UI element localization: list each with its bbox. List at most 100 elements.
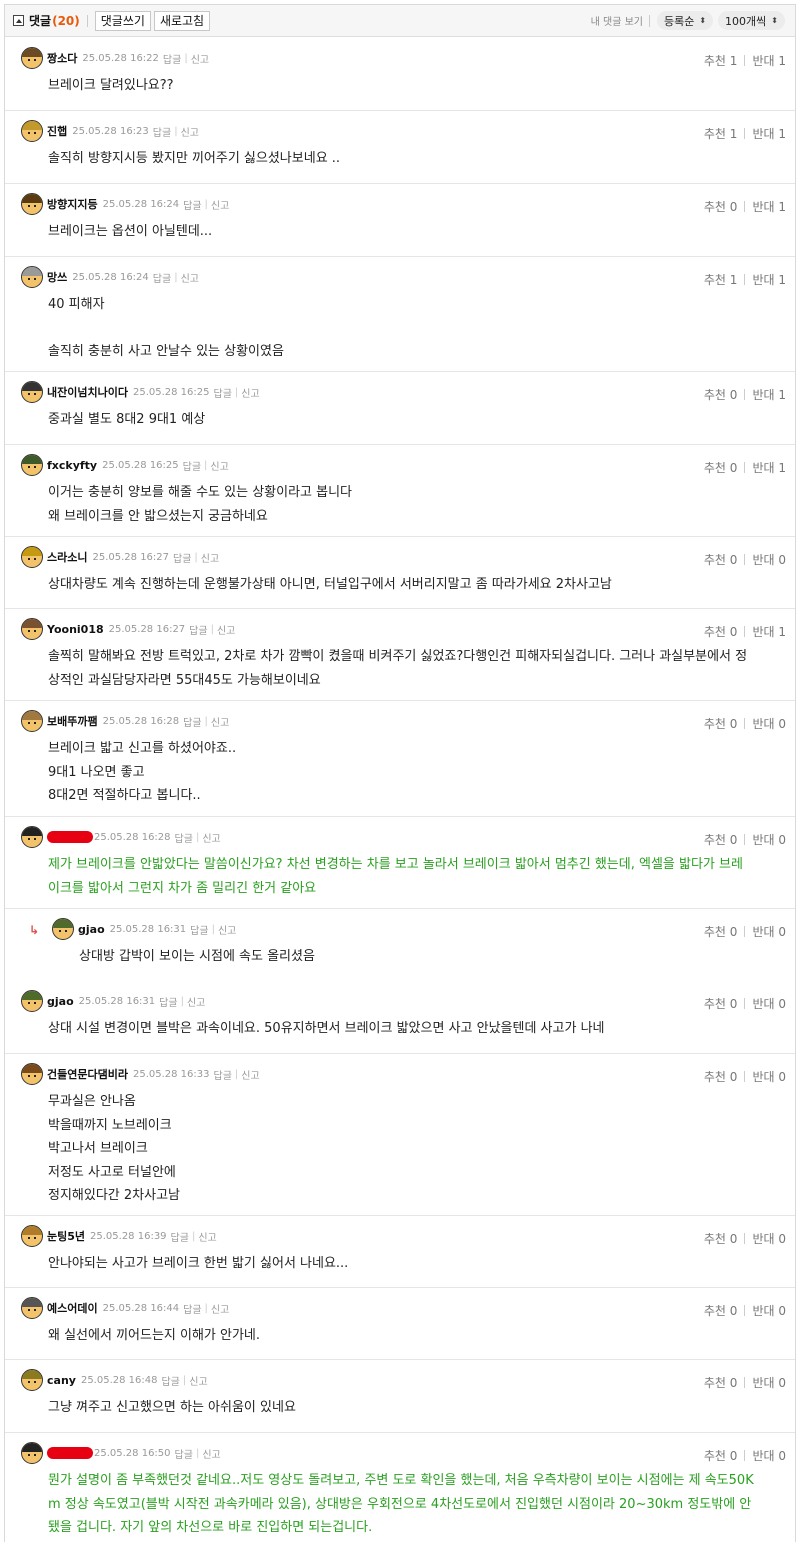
downvote-button[interactable]: 반대 0 (752, 923, 786, 940)
report-link[interactable]: 신고 (189, 1373, 207, 1388)
avatar-icon[interactable] (21, 1369, 43, 1391)
avatar-icon[interactable] (21, 47, 43, 69)
report-link[interactable]: 신고 (201, 550, 219, 565)
report-link[interactable]: 신고 (191, 51, 209, 66)
per-page-select[interactable]: 100개씩 ⬍ (718, 11, 785, 30)
report-link[interactable]: 신고 (211, 197, 229, 212)
upvote-button[interactable]: 추천 0 (704, 1374, 738, 1391)
upvote-button[interactable]: 추천 0 (704, 1447, 738, 1464)
downvote-button[interactable]: 반대 0 (752, 1230, 786, 1247)
comment-author[interactable]: 보배뚜까팸 (47, 713, 98, 729)
avatar-icon[interactable] (21, 1442, 43, 1464)
avatar-icon[interactable] (21, 1297, 43, 1319)
upvote-button[interactable]: 추천 0 (704, 715, 738, 732)
upvote-button[interactable]: 추천 0 (704, 386, 738, 403)
avatar-icon[interactable] (21, 546, 43, 568)
reply-link[interactable]: 답글 (173, 550, 191, 565)
reply-link[interactable]: 답글 (153, 124, 171, 139)
downvote-button[interactable]: 반대 0 (752, 1447, 786, 1464)
upvote-button[interactable]: 추천 0 (704, 923, 738, 940)
collapse-toggle-icon[interactable] (13, 15, 24, 26)
downvote-button[interactable]: 반대 0 (752, 715, 786, 732)
comment-author[interactable]: 스라소니 (47, 549, 87, 565)
upvote-button[interactable]: 추천 1 (704, 125, 738, 142)
downvote-button[interactable]: 반대 0 (752, 1302, 786, 1319)
avatar-icon[interactable] (21, 826, 43, 848)
comment-author[interactable]: 짱소다 (47, 50, 77, 66)
reply-link[interactable]: 답글 (183, 714, 201, 729)
upvote-button[interactable]: 추천 1 (704, 52, 738, 69)
comment-author[interactable]: 예스어데이 (47, 1300, 98, 1316)
downvote-button[interactable]: 반대 1 (752, 198, 786, 215)
reply-link[interactable]: 답글 (153, 270, 171, 285)
reply-link[interactable]: 답글 (183, 458, 201, 473)
report-link[interactable]: 신고 (241, 385, 259, 400)
downvote-button[interactable]: 반대 1 (752, 125, 786, 142)
downvote-button[interactable]: 반대 1 (752, 52, 786, 69)
comment-author[interactable]: Yooni018 (47, 623, 104, 636)
comment-author[interactable]: 눈팅5년 (47, 1228, 85, 1244)
downvote-button[interactable]: 반대 0 (752, 551, 786, 568)
avatar-icon[interactable] (21, 266, 43, 288)
avatar-icon[interactable] (21, 990, 43, 1012)
reply-link[interactable]: 답글 (189, 622, 207, 637)
report-link[interactable]: 신고 (218, 922, 236, 937)
downvote-button[interactable]: 반대 0 (752, 1068, 786, 1085)
comment-author[interactable]: 내잔이넘치나이다 (47, 384, 128, 400)
avatar-icon[interactable] (21, 618, 43, 640)
comment-author[interactable]: 건들연문다댐비라 (47, 1066, 128, 1082)
report-link[interactable]: 신고 (181, 270, 199, 285)
upvote-button[interactable]: 추천 0 (704, 551, 738, 568)
reply-link[interactable]: 답글 (190, 922, 208, 937)
reply-link[interactable]: 답글 (183, 197, 201, 212)
downvote-button[interactable]: 반대 0 (752, 1374, 786, 1391)
comment-author[interactable]: gjao (78, 923, 105, 936)
comment-author[interactable]: cany (47, 1374, 76, 1387)
comment-author[interactable]: 진햅 (47, 123, 67, 139)
downvote-button[interactable]: 반대 0 (752, 831, 786, 848)
avatar-icon[interactable] (21, 381, 43, 403)
report-link[interactable]: 신고 (210, 458, 228, 473)
comment-author[interactable]: gjao (47, 995, 74, 1008)
upvote-button[interactable]: 추천 0 (704, 1230, 738, 1247)
avatar-icon[interactable] (21, 454, 43, 476)
reply-link[interactable]: 답글 (159, 994, 177, 1009)
downvote-button[interactable]: 반대 0 (752, 995, 786, 1012)
upvote-button[interactable]: 추천 0 (704, 623, 738, 640)
reply-link[interactable]: 답글 (175, 830, 193, 845)
avatar-icon[interactable] (52, 918, 74, 940)
avatar-icon[interactable] (21, 1225, 43, 1247)
downvote-button[interactable]: 반대 1 (752, 623, 786, 640)
reply-link[interactable]: 답글 (163, 51, 181, 66)
avatar-icon[interactable] (21, 710, 43, 732)
reply-link[interactable]: 답글 (175, 1446, 193, 1461)
upvote-button[interactable]: 추천 0 (704, 198, 738, 215)
reply-link[interactable]: 답글 (183, 1301, 201, 1316)
report-link[interactable]: 신고 (217, 622, 235, 637)
report-link[interactable]: 신고 (198, 1229, 216, 1244)
downvote-button[interactable]: 반대 1 (752, 386, 786, 403)
reply-link[interactable]: 답글 (214, 385, 232, 400)
refresh-button[interactable]: 새로고침 (153, 10, 211, 31)
sort-select[interactable]: 등록순 ⬍ (656, 11, 714, 30)
upvote-button[interactable]: 추천 0 (704, 1302, 738, 1319)
report-link[interactable]: 신고 (241, 1067, 259, 1082)
report-link[interactable]: 신고 (181, 124, 199, 139)
comment-author[interactable]: 방향지지등 (47, 196, 98, 212)
upvote-button[interactable]: 추천 0 (704, 1068, 738, 1085)
report-link[interactable]: 신고 (187, 994, 205, 1009)
report-link[interactable]: 신고 (211, 714, 229, 729)
upvote-button[interactable]: 추천 0 (704, 995, 738, 1012)
upvote-button[interactable]: 추천 1 (704, 271, 738, 288)
reply-link[interactable]: 답글 (171, 1229, 189, 1244)
report-link[interactable]: 신고 (211, 1301, 229, 1316)
comment-author[interactable]: 망쓰 (47, 269, 67, 285)
comment-author[interactable]: fxckyfty (47, 459, 97, 472)
reply-link[interactable]: 답글 (214, 1067, 232, 1082)
avatar-icon[interactable] (21, 120, 43, 142)
write-comment-button[interactable]: 댓글쓰기 (94, 10, 151, 31)
report-link[interactable]: 신고 (202, 1446, 220, 1461)
upvote-button[interactable]: 추천 0 (704, 459, 738, 476)
downvote-button[interactable]: 반대 1 (752, 459, 786, 476)
upvote-button[interactable]: 추천 0 (704, 831, 738, 848)
